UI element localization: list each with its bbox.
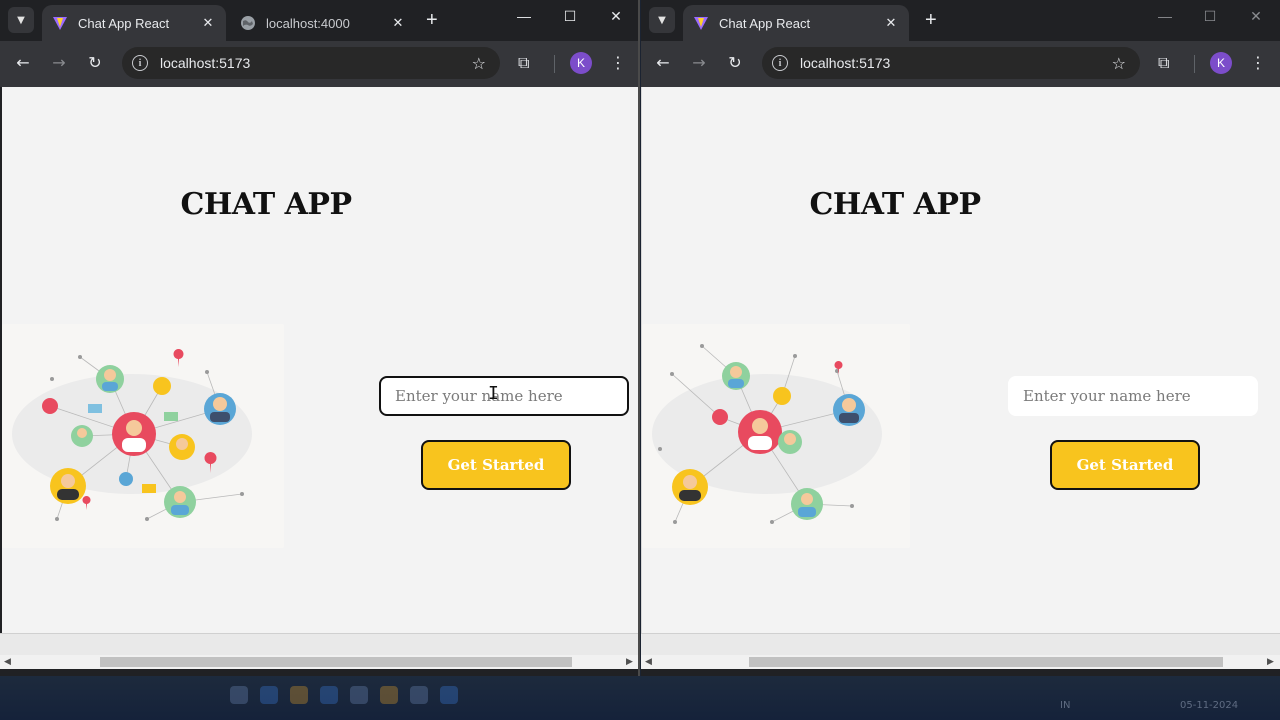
text-cursor-icon: I bbox=[488, 383, 499, 404]
page-bottom-area bbox=[641, 633, 1280, 655]
taskbar-apps bbox=[230, 686, 458, 704]
network-people-illustration bbox=[12, 349, 252, 521]
back-icon[interactable]: ← bbox=[12, 53, 34, 72]
taskbar-app-icon[interactable] bbox=[350, 686, 368, 704]
minimize-button[interactable]: — bbox=[1153, 8, 1177, 24]
profile-avatar[interactable]: K bbox=[570, 52, 592, 74]
tab-title: Chat App React bbox=[719, 15, 811, 31]
kebab-icon[interactable]: ⋮ bbox=[1250, 53, 1266, 72]
page-title: CHAT APP bbox=[180, 187, 352, 222]
address-bar[interactable]: i localhost:5173 ☆ bbox=[122, 47, 500, 79]
url-text[interactable]: localhost:5173 bbox=[800, 55, 1112, 71]
new-tab-button[interactable]: + bbox=[426, 10, 438, 30]
forward-icon[interactable]: → bbox=[48, 53, 70, 72]
browser-toolbar: ← → ↻ i localhost:5173 ☆ ⧉ K ⋮ bbox=[641, 41, 1280, 87]
info-icon[interactable]: i bbox=[772, 55, 788, 71]
extensions-icon[interactable]: ⧉ bbox=[1158, 53, 1169, 73]
star-icon[interactable]: ☆ bbox=[472, 54, 486, 73]
page-bottom-area bbox=[0, 633, 638, 655]
new-tab-button[interactable]: + bbox=[925, 10, 937, 30]
window-bottom-edge bbox=[641, 669, 1280, 676]
tab-strip: ▼ Chat App React ✕ + — ☐ ✕ bbox=[641, 0, 1280, 41]
tab-localhost-4000[interactable]: localhost:4000 ✕ bbox=[230, 5, 416, 41]
minimize-button[interactable]: — bbox=[512, 8, 536, 24]
browser-window-right: ▼ Chat App React ✕ + — ☐ ✕ ← → ↻ i local… bbox=[641, 0, 1280, 676]
hero-illustration bbox=[2, 324, 284, 548]
scroll-left-icon[interactable]: ◀ bbox=[4, 657, 11, 667]
close-icon[interactable]: ✕ bbox=[390, 15, 406, 31]
horizontal-scrollbar[interactable]: ◀ ▶ bbox=[0, 655, 638, 669]
url-text[interactable]: localhost:5173 bbox=[160, 55, 472, 71]
get-started-button[interactable]: Get Started bbox=[421, 440, 571, 490]
hero-illustration bbox=[642, 324, 910, 548]
taskbar-lang: IN bbox=[1060, 700, 1071, 711]
taskbar-app-icon[interactable] bbox=[440, 686, 458, 704]
browser-toolbar: ← → ↻ i localhost:5173 ☆ ⧉ K ⋮ bbox=[0, 41, 638, 87]
page-viewport: CHAT APP bbox=[2, 87, 638, 633]
taskbar-app-icon[interactable] bbox=[380, 686, 398, 704]
vite-icon bbox=[52, 15, 68, 31]
name-input[interactable] bbox=[379, 376, 629, 416]
address-bar[interactable]: i localhost:5173 ☆ bbox=[762, 47, 1140, 79]
close-icon[interactable]: ✕ bbox=[883, 15, 899, 31]
toolbar-divider bbox=[554, 55, 555, 73]
kebab-icon[interactable]: ⋮ bbox=[610, 53, 626, 72]
scrollbar-thumb[interactable] bbox=[100, 657, 572, 667]
chevron-down-icon: ▼ bbox=[658, 14, 666, 26]
browser-window-left: ▼ Chat App React ✕ localhost:4000 ✕ + — … bbox=[0, 0, 640, 676]
extensions-icon[interactable]: ⧉ bbox=[518, 53, 529, 73]
tab-search-button[interactable]: ▼ bbox=[649, 7, 675, 33]
chevron-down-icon: ▼ bbox=[17, 14, 25, 26]
forward-icon[interactable]: → bbox=[688, 53, 710, 72]
scroll-right-icon[interactable]: ▶ bbox=[626, 657, 633, 667]
info-icon[interactable]: i bbox=[132, 55, 148, 71]
taskbar-date: 05-11-2024 bbox=[1180, 700, 1239, 711]
taskbar-app-icon[interactable] bbox=[260, 686, 278, 704]
window-bottom-edge bbox=[0, 669, 638, 676]
name-input[interactable] bbox=[1008, 376, 1258, 416]
tab-strip: ▼ Chat App React ✕ localhost:4000 ✕ + — … bbox=[0, 0, 638, 41]
scrollbar-thumb[interactable] bbox=[749, 657, 1223, 667]
taskbar-app-icon[interactable] bbox=[230, 686, 248, 704]
taskbar: IN 05-11-2024 bbox=[0, 676, 1280, 720]
taskbar-app-icon[interactable] bbox=[290, 686, 308, 704]
scroll-right-icon[interactable]: ▶ bbox=[1267, 657, 1274, 667]
tab-search-button[interactable]: ▼ bbox=[8, 7, 34, 33]
back-icon[interactable]: ← bbox=[652, 53, 674, 72]
profile-avatar[interactable]: K bbox=[1210, 52, 1232, 74]
page-title: CHAT APP bbox=[809, 187, 981, 222]
maximize-button[interactable]: ☐ bbox=[1198, 8, 1222, 25]
toolbar-divider bbox=[1194, 55, 1195, 73]
reload-icon[interactable]: ↻ bbox=[724, 53, 746, 72]
horizontal-scrollbar[interactable]: ◀ ▶ bbox=[641, 655, 1280, 669]
tab-chat-app[interactable]: Chat App React ✕ bbox=[683, 5, 909, 41]
tab-title: localhost:4000 bbox=[266, 15, 350, 31]
taskbar-app-icon[interactable] bbox=[410, 686, 428, 704]
star-icon[interactable]: ☆ bbox=[1112, 54, 1126, 73]
close-icon[interactable]: ✕ bbox=[200, 15, 216, 31]
page-viewport: CHAT APP bbox=[641, 87, 1280, 633]
maximize-button[interactable]: ☐ bbox=[558, 8, 582, 25]
vite-icon bbox=[693, 15, 709, 31]
globe-icon bbox=[240, 15, 256, 31]
tab-chat-app[interactable]: Chat App React ✕ bbox=[42, 5, 226, 41]
taskbar-app-icon[interactable] bbox=[320, 686, 338, 704]
tab-title: Chat App React bbox=[78, 15, 170, 31]
close-window-button[interactable]: ✕ bbox=[604, 8, 628, 25]
close-window-button[interactable]: ✕ bbox=[1244, 8, 1268, 25]
get-started-button[interactable]: Get Started bbox=[1050, 440, 1200, 490]
scroll-left-icon[interactable]: ◀ bbox=[645, 657, 652, 667]
network-people-illustration bbox=[652, 344, 882, 524]
reload-icon[interactable]: ↻ bbox=[84, 53, 106, 72]
